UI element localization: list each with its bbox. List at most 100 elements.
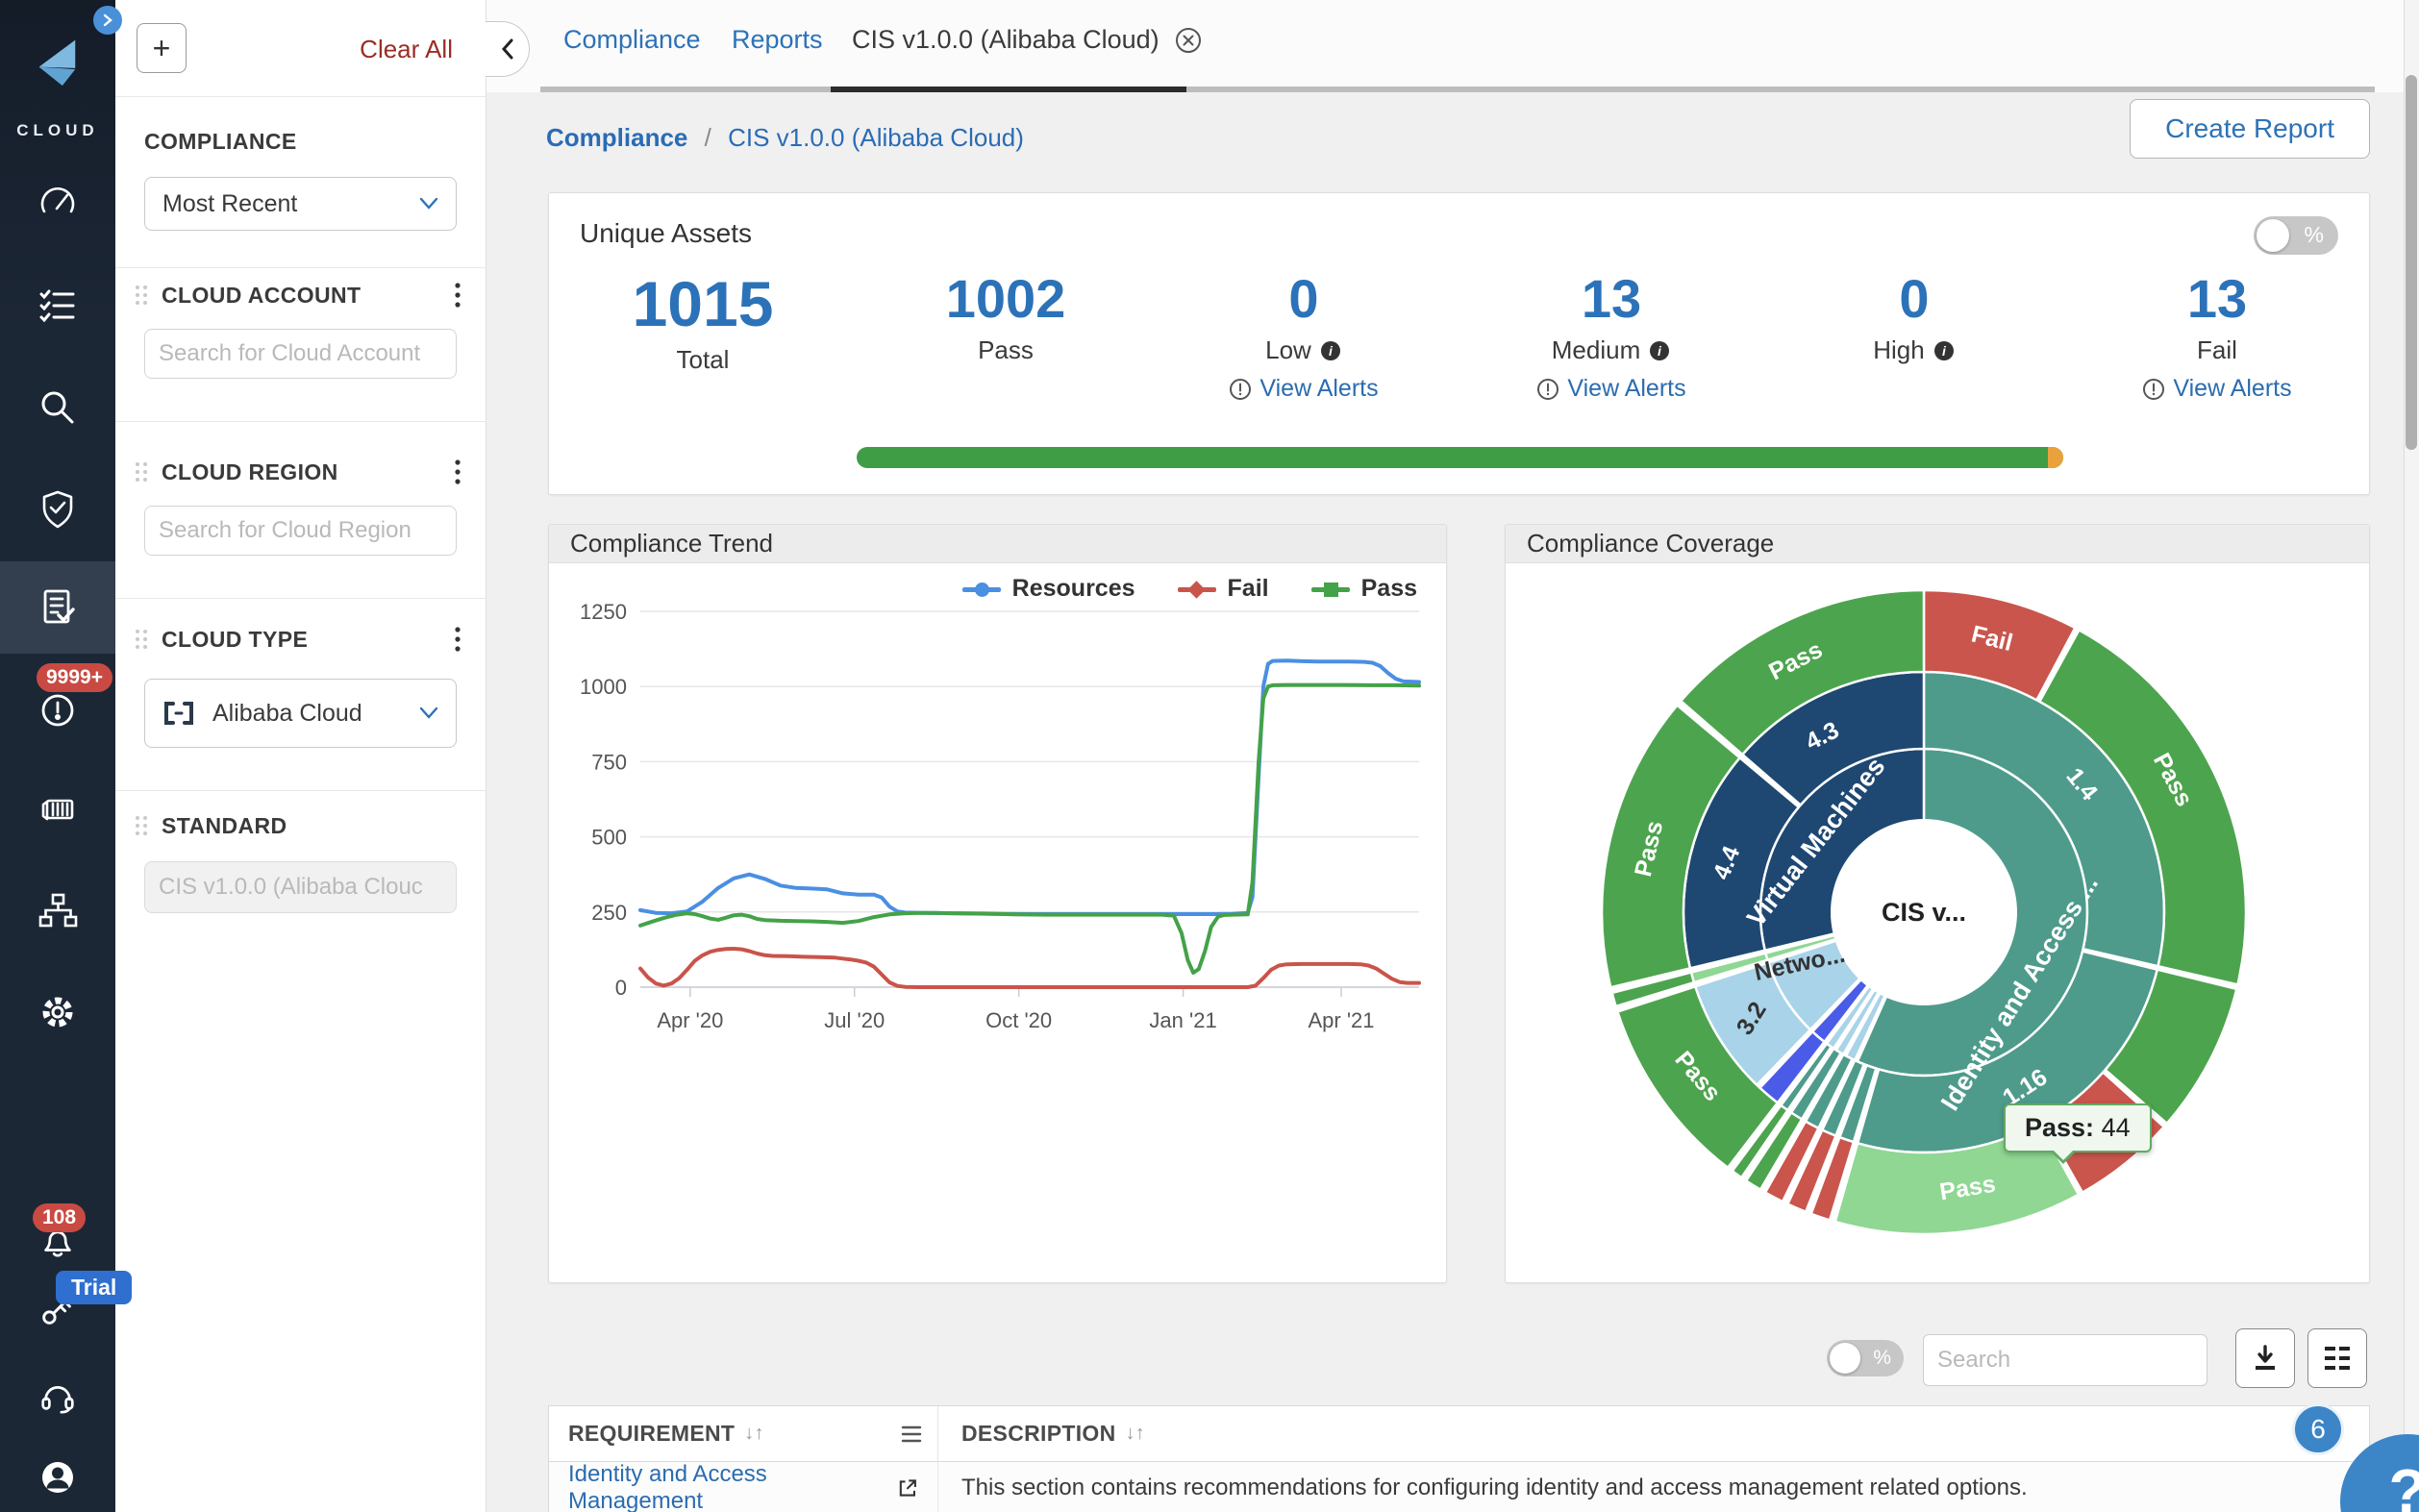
external-link-icon [898,1477,918,1499]
sidebar-item-network[interactable] [0,888,115,932]
kebab-menu-icon[interactable] [455,627,461,652]
sidebar-item-compliance[interactable] [0,585,115,630]
download-button[interactable] [2235,1328,2295,1388]
stat-fail: 13 Fail View Alerts [2092,270,2342,403]
column-header-requirement[interactable]: REQUIREMENT ↓↑ [549,1406,938,1461]
kebab-menu-icon[interactable] [455,283,461,308]
cloud-region-search-input[interactable] [159,517,457,544]
drag-handle-icon[interactable] [135,629,148,650]
alert-circle-icon [1229,378,1252,401]
chevron-down-icon [419,197,438,211]
table-percent-toggle[interactable]: % [1827,1340,1904,1376]
sidebar-item-investigate[interactable] [0,284,115,328]
svg-text:0: 0 [615,976,627,1000]
standard-search[interactable] [144,861,457,913]
view-alerts-link[interactable]: View Alerts [1179,375,1429,403]
checklist-icon [36,284,80,328]
close-tab-icon[interactable] [1175,27,1202,54]
svg-text:Oct '20: Oct '20 [985,1008,1052,1032]
scrollbar-thumb[interactable] [2406,75,2417,450]
sort-icon[interactable]: ↓↑ [744,1423,764,1445]
toggle-knob [2257,219,2289,252]
view-alerts-link[interactable]: View Alerts [1486,375,1736,403]
sort-icon[interactable]: ↓↑ [1125,1423,1145,1445]
tab-reports[interactable]: Reports [732,25,823,55]
svg-text:Apr '20: Apr '20 [657,1008,723,1032]
table-row[interactable]: Identity and Access Management This sect… [549,1462,2369,1512]
tab-compliance[interactable]: Compliance [563,25,701,55]
breadcrumb: Compliance / CIS v1.0.0 (Alibaba Cloud) [546,123,1024,153]
legend-pass[interactable]: Pass [1311,575,1417,603]
breadcrumb-standard[interactable]: CIS v1.0.0 (Alibaba Cloud) [728,123,1024,152]
drag-handle-icon[interactable] [135,461,148,483]
table-search-input[interactable] [1937,1347,2235,1374]
create-report-button[interactable]: Create Report [2130,99,2370,159]
cloud-account-search[interactable] [144,329,457,379]
cloud-type-brackets-icon [162,701,195,726]
chevron-left-icon [500,38,515,60]
cloud-type-select-value: Alibaba Cloud [212,700,362,728]
tab-cis-v100-alibaba[interactable]: CIS v1.0.0 (Alibaba Cloud) [852,25,1202,55]
sidebar-item-search[interactable] [0,385,115,430]
svg-text:Jan '21: Jan '21 [1149,1008,1216,1032]
headset-icon [37,1375,79,1417]
cloud-type-select[interactable]: Alibaba Cloud [144,679,457,748]
toggle-knob [1830,1343,1860,1374]
sidebar-item-dashboard[interactable] [0,182,115,226]
clear-all-button[interactable]: Clear All [360,35,453,64]
percent-symbol: % [1873,1347,1891,1370]
add-filter-button[interactable]: + [137,23,187,73]
kebab-menu-icon[interactable] [455,459,461,484]
percent-symbol: % [2305,222,2324,248]
info-icon[interactable]: i [1319,339,1342,362]
trend-legend: Resources Fail Pass [962,575,1417,603]
column-settings-button[interactable] [2307,1328,2367,1388]
table-header-row: REQUIREMENT ↓↑ DESCRIPTION ↓↑ [549,1406,2369,1462]
table-search[interactable] [1923,1334,2207,1386]
sidebar-item-containers[interactable] [0,787,115,831]
svg-text:Jul '20: Jul '20 [824,1008,885,1032]
shield-check-icon [36,487,80,532]
trend-card-title: Compliance Trend [549,525,1446,563]
unique-assets-card: Unique Assets % 1015 Total 1002 Pass 0 L… [548,192,2370,495]
view-alerts-link[interactable]: View Alerts [2092,375,2342,403]
coverage-card-title: Compliance Coverage [1506,525,2369,563]
unique-assets-title: Unique Assets [580,218,752,249]
requirement-link[interactable]: Identity and Access Management [568,1461,918,1512]
drag-handle-icon[interactable] [135,285,148,306]
sidebar-expand-chevron-icon[interactable] [93,6,122,35]
cloud-region-search[interactable] [144,506,457,556]
info-icon[interactable]: i [1933,339,1956,362]
pass-fail-progress-bar [857,447,2063,468]
tab-underline-track [540,87,2375,92]
legend-fail[interactable]: Fail [1178,575,1269,603]
sidebar-item-policies[interactable] [0,487,115,532]
settings-gear-icon [36,990,80,1034]
compliance-trend-card: Compliance Trend Resources Fail Pass 0 25… [548,524,1447,1283]
brand-logo-icon[interactable] [0,37,115,90]
sidebar-item-settings[interactable] [0,990,115,1034]
percent-toggle[interactable]: % [2254,216,2338,255]
column-header-description[interactable]: DESCRIPTION ↓↑ [938,1406,2369,1461]
chevron-down-icon [419,706,438,720]
cloud-account-search-input[interactable] [159,340,457,367]
legend-resources[interactable]: Resources [962,575,1135,603]
compliance-select[interactable]: Most Recent [144,177,457,231]
breadcrumb-compliance[interactable]: Compliance [546,123,687,152]
drag-handle-icon[interactable] [135,815,148,836]
svg-text:250: 250 [591,901,627,925]
alerts-count-badge: 9999+ [37,663,112,692]
column-menu-icon[interactable] [901,1425,922,1443]
table-columns-icon [2323,1345,2352,1372]
standard-search-input[interactable] [159,874,457,901]
sidebar-item-account[interactable] [0,1455,115,1500]
sunburst-tooltip: Pass: 44 [2004,1103,2152,1153]
sidebar-item-alerts[interactable] [0,686,115,731]
network-topology-icon [36,888,80,932]
coverage-sunburst-chart[interactable]: CIS v...Identity and Access ...Netwo...V… [1506,563,2369,1282]
sidebar-item-support[interactable] [0,1375,115,1417]
info-icon[interactable]: i [1648,339,1671,362]
requirements-table: REQUIREMENT ↓↑ DESCRIPTION ↓↑ Identity a… [548,1405,2370,1512]
app-root: CLOUD 9999+ 108 [0,0,2419,1512]
brand-logo-text: CLOUD [0,121,115,140]
